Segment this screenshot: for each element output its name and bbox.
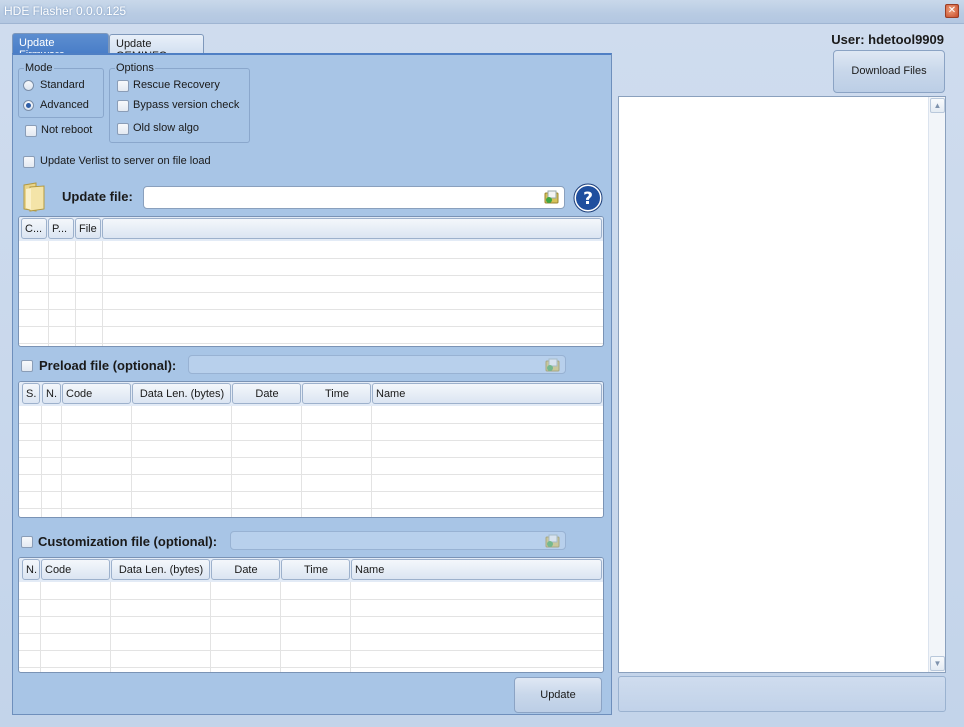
download-files-button[interactable]: Download Files bbox=[833, 50, 945, 93]
update-file-label: Update file: bbox=[62, 189, 133, 204]
customization-checkbox[interactable] bbox=[21, 536, 33, 548]
update-verlist-checkbox[interactable] bbox=[23, 156, 35, 168]
tab-update-oeminfo[interactable]: Update OEMINFO bbox=[109, 34, 204, 62]
update-firmware-panel: Mode Standard Advanced Not reboot Option… bbox=[12, 53, 612, 715]
update-file-grid-lines bbox=[19, 241, 603, 346]
preload-col-name[interactable]: Name bbox=[372, 383, 602, 404]
customization-col-data-len[interactable]: Data Len. (bytes) bbox=[111, 559, 210, 580]
title-bar[interactable]: HDE Flasher 0.0.0.125 ✕ bbox=[0, 0, 964, 24]
preload-browse-icon[interactable] bbox=[545, 357, 561, 373]
app-window: HDE Flasher 0.0.0.125 ✕ Update Firmware … bbox=[0, 0, 964, 727]
bypass-version-check-label[interactable]: Bypass version check bbox=[133, 99, 239, 111]
mode-standard-radio[interactable] bbox=[23, 80, 34, 91]
tab-update-firmware[interactable]: Update Firmware bbox=[12, 33, 109, 61]
scroll-down-icon[interactable]: ▼ bbox=[930, 656, 945, 671]
options-group-label: Options bbox=[115, 62, 155, 74]
customization-col-time[interactable]: Time bbox=[281, 559, 350, 580]
customization-label: Customization file (optional): bbox=[38, 534, 218, 549]
update-file-table[interactable]: C... P... File bbox=[18, 216, 604, 347]
user-label: User: hdetool9909 bbox=[831, 32, 944, 47]
rescue-recovery-checkbox[interactable] bbox=[117, 80, 129, 92]
preload-col-n[interactable]: N. bbox=[42, 383, 61, 404]
window-title: HDE Flasher 0.0.0.125 bbox=[4, 4, 127, 18]
not-reboot-label[interactable]: Not reboot bbox=[41, 124, 92, 136]
scroll-up-icon[interactable]: ▲ bbox=[930, 98, 945, 113]
help-icon[interactable]: ? bbox=[572, 183, 604, 213]
preload-grid-lines bbox=[19, 406, 603, 517]
update-file-table-header: C... P... File bbox=[19, 217, 603, 241]
update-file-col-p[interactable]: P... bbox=[48, 218, 74, 239]
update-file-col-blank[interactable] bbox=[102, 218, 602, 239]
customization-col-n[interactable]: N. bbox=[22, 559, 40, 580]
customization-table[interactable]: N. Code Data Len. (bytes) Date Time Name bbox=[18, 557, 604, 673]
old-slow-algo-label[interactable]: Old slow algo bbox=[133, 122, 199, 134]
bypass-version-check-checkbox[interactable] bbox=[117, 100, 129, 112]
options-group: Options Rescue Recovery Bypass version c… bbox=[109, 62, 250, 143]
preload-col-date[interactable]: Date bbox=[232, 383, 301, 404]
customization-col-name[interactable]: Name bbox=[351, 559, 602, 580]
customization-grid-lines bbox=[19, 582, 603, 672]
preload-table-header: S. N. Code Data Len. (bytes) Date Time N… bbox=[19, 382, 603, 406]
customization-file-input[interactable] bbox=[230, 531, 566, 550]
mode-standard-label[interactable]: Standard bbox=[40, 79, 85, 91]
update-file-col-file[interactable]: File bbox=[75, 218, 101, 239]
old-slow-algo-checkbox[interactable] bbox=[117, 123, 129, 135]
browse-folder-icon[interactable] bbox=[544, 189, 560, 205]
mode-group: Mode Standard Advanced bbox=[18, 62, 104, 118]
preload-file-input[interactable] bbox=[188, 355, 566, 374]
mode-advanced-label[interactable]: Advanced bbox=[40, 99, 89, 111]
client-area: Update Firmware Update OEMINFO Mode Stan… bbox=[0, 24, 964, 727]
preload-checkbox[interactable] bbox=[21, 360, 33, 372]
update-file-col-c[interactable]: C... bbox=[21, 218, 47, 239]
mode-advanced-radio[interactable] bbox=[23, 100, 34, 111]
close-icon[interactable]: ✕ bbox=[945, 4, 959, 18]
customization-col-code[interactable]: Code bbox=[41, 559, 110, 580]
status-panel bbox=[618, 676, 946, 712]
update-file-input[interactable] bbox=[143, 186, 565, 209]
preload-col-time[interactable]: Time bbox=[302, 383, 371, 404]
customization-browse-icon[interactable] bbox=[545, 533, 561, 549]
help-glyph: ? bbox=[583, 189, 593, 209]
preload-table[interactable]: S. N. Code Data Len. (bytes) Date Time N… bbox=[18, 381, 604, 518]
folder-icon[interactable] bbox=[22, 181, 48, 213]
log-output[interactable]: ▲ ▼ bbox=[618, 96, 946, 673]
mode-group-label: Mode bbox=[24, 62, 54, 74]
customization-table-header: N. Code Data Len. (bytes) Date Time Name bbox=[19, 558, 603, 582]
rescue-recovery-label[interactable]: Rescue Recovery bbox=[133, 79, 220, 91]
preload-col-code[interactable]: Code bbox=[62, 383, 131, 404]
customization-col-date[interactable]: Date bbox=[211, 559, 280, 580]
preload-label: Preload file (optional): bbox=[39, 358, 177, 373]
not-reboot-checkbox[interactable] bbox=[25, 125, 37, 137]
preload-col-s[interactable]: S. bbox=[22, 383, 40, 404]
log-scrollbar[interactable]: ▲ ▼ bbox=[928, 97, 945, 672]
update-verlist-label[interactable]: Update Verlist to server on file load bbox=[40, 155, 211, 167]
update-button[interactable]: Update bbox=[514, 677, 602, 713]
preload-col-data-len[interactable]: Data Len. (bytes) bbox=[132, 383, 231, 404]
